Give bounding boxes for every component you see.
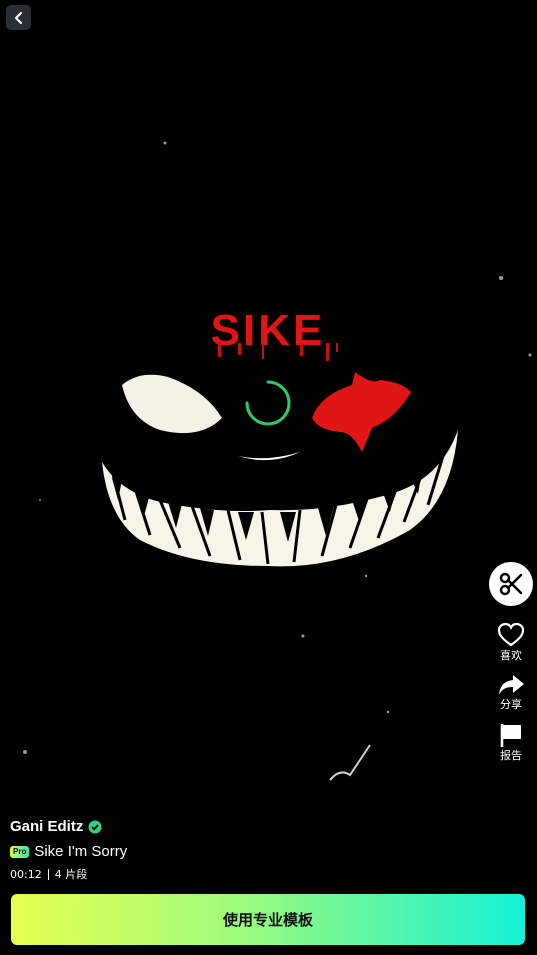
template-title-row: Pro Sike I'm Sorry xyxy=(10,843,127,860)
share-arrow-icon xyxy=(499,675,524,695)
template-title: Sike I'm Sorry xyxy=(34,843,128,860)
like-button[interactable]: 喜欢 xyxy=(489,622,533,662)
template-segments: 4 片段 xyxy=(54,868,88,881)
share-label: 分享 xyxy=(500,698,522,711)
template-duration: 00:12 xyxy=(10,867,42,881)
pro-badge: Pro xyxy=(10,845,30,858)
flag-icon xyxy=(500,724,521,747)
meta-divider xyxy=(47,868,49,880)
use-template-button[interactable]: 使用专业模板 xyxy=(11,894,525,945)
author-name[interactable]: Gani Editz xyxy=(10,818,83,835)
author-row[interactable]: Gani Editz xyxy=(10,818,102,835)
side-actions: 喜欢 分享 报告 xyxy=(489,562,533,773)
heart-icon xyxy=(497,622,525,647)
back-button[interactable] xyxy=(6,5,31,30)
template-meta: 00:12 4 片段 xyxy=(10,866,87,882)
scissors-icon xyxy=(499,572,523,596)
report-button[interactable]: 报告 xyxy=(489,722,533,762)
share-button[interactable]: 分享 xyxy=(489,673,533,711)
video-player[interactable]: SIKE xyxy=(0,0,537,955)
verified-check-icon xyxy=(88,820,102,833)
like-label: 喜欢 xyxy=(500,649,522,662)
cut-button[interactable] xyxy=(489,562,533,606)
artwork-title: SIKE xyxy=(211,306,326,355)
report-label: 报告 xyxy=(500,749,522,762)
chevron-left-icon xyxy=(14,11,22,24)
